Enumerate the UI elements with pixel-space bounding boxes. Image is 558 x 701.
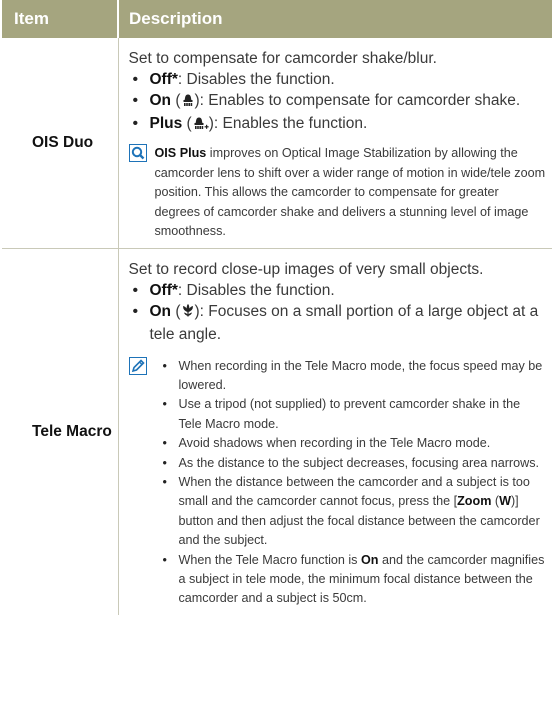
- option-item: Off*: Disables the function.: [129, 69, 547, 90]
- option-item: On (): Focuses on a small portion of a l…: [129, 301, 547, 345]
- memo-note: When recording in the Tele Macro mode, t…: [128, 356, 547, 609]
- item-description: Set to record close-up images of very sm…: [117, 248, 552, 615]
- note-item: Avoid shadows when recording in the Tele…: [155, 434, 547, 454]
- header-description: Description: [117, 0, 552, 38]
- info-note: OIS Plus improves on Optical Image Stabi…: [128, 144, 547, 242]
- note-item: As the distance to the subject decreases…: [155, 454, 547, 474]
- option-item: Plus (): Enables the function.: [129, 113, 547, 136]
- note-list: When recording in the Tele Macro mode, t…: [155, 357, 547, 609]
- description-lead: Set to record close-up images of very sm…: [128, 260, 484, 278]
- option-list: Off*: Disables the function. On (): Enab…: [129, 69, 547, 136]
- note-item: When the distance between the camcorder …: [155, 473, 547, 551]
- item-name: OIS Duo: [2, 38, 118, 249]
- table-row: OIS Duo Set to compensate for camcorder …: [2, 38, 552, 249]
- magnifier-icon: [128, 144, 155, 242]
- note-item: Use a tripod (not supplied) to prevent c…: [155, 395, 547, 434]
- item-description: Set to compensate for camcorder shake/bl…: [117, 38, 552, 249]
- settings-table: Item Description OIS Duo Set to compensa…: [2, 0, 552, 615]
- ois-on-icon: [181, 92, 195, 113]
- option-item: Off*: Disables the function.: [129, 280, 547, 301]
- option-list: Off*: Disables the function. On (): Focu…: [129, 280, 547, 345]
- description-lead: Set to compensate for camcorder shake/bl…: [128, 50, 437, 67]
- tulip-macro-icon: [181, 303, 195, 324]
- header-item: Item: [2, 0, 118, 38]
- table-row: Tele Macro Set to record close-up images…: [2, 248, 552, 615]
- item-name: Tele Macro: [32, 422, 112, 440]
- ois-plus-icon: [192, 115, 209, 136]
- pencil-note-icon: [128, 356, 155, 609]
- note-item: When recording in the Tele Macro mode, t…: [155, 357, 547, 396]
- table-header: Item Description: [2, 0, 552, 38]
- note-item: When the Tele Macro function is On and t…: [155, 551, 547, 609]
- note-text: OIS Plus improves on Optical Image Stabi…: [154, 146, 546, 238]
- option-item: On (): Enables to compensate for camcord…: [129, 90, 547, 113]
